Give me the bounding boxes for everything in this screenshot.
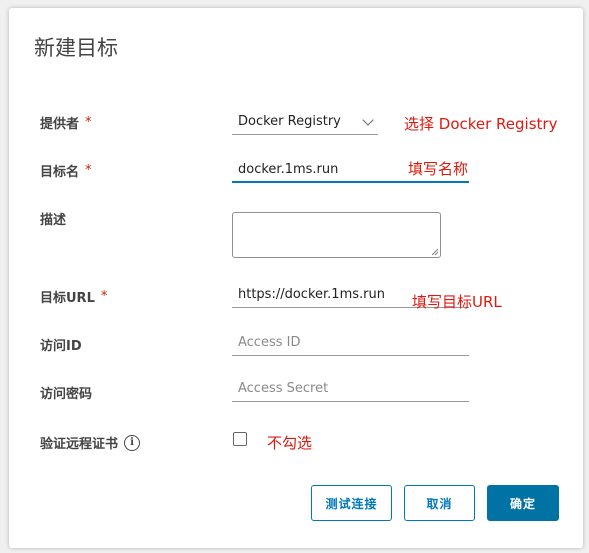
access-secret-label-text: 访问密码 [40, 387, 93, 402]
annotation-provider: 选择 Docker Registry [404, 115, 558, 133]
annotation-verify-cert: 不勾选 [267, 434, 313, 452]
chevron-down-icon [362, 114, 374, 126]
description-label: 描述 [40, 209, 66, 228]
target-url-value: https://docker.1ms.run [238, 287, 385, 302]
provider-select-value: Docker Registry [238, 114, 341, 129]
access-id-label: 访问ID [40, 335, 82, 354]
new-target-dialog: 新建目标 提供者 * Docker Registry 选择 Docker Reg… [9, 8, 583, 548]
description-textarea[interactable] [232, 212, 441, 258]
access-secret-placeholder: Access Secret [238, 381, 329, 396]
required-marker: * [100, 289, 108, 304]
verify-cert-label: 验证远程证书 i [40, 433, 141, 452]
access-secret-label: 访问密码 [40, 383, 92, 402]
target-url-label: 目标URL * [40, 287, 107, 306]
annotation-target-name: 填写名称 [408, 160, 469, 178]
dialog-title: 新建目标 [34, 36, 118, 60]
info-icon[interactable]: i [124, 434, 141, 451]
annotation-target-url: 填写目标URL [412, 293, 502, 311]
resize-handle-icon[interactable] [432, 249, 438, 255]
required-marker: * [85, 163, 92, 178]
target-name-value: docker.1ms.run [238, 162, 339, 177]
test-connection-button[interactable]: 测试连接 [311, 485, 392, 521]
target-url-label-text: 目标URL [40, 291, 95, 306]
verify-cert-checkbox[interactable] [233, 432, 247, 446]
provider-label-text: 提供者 [40, 117, 80, 132]
access-id-label-text: 访问ID [40, 339, 82, 354]
cancel-button[interactable]: 取消 [404, 485, 475, 521]
access-id-input[interactable]: Access ID [232, 332, 469, 356]
provider-select[interactable]: Docker Registry [232, 111, 378, 135]
provider-label: 提供者 * [40, 113, 92, 132]
description-label-text: 描述 [40, 213, 67, 228]
target-name-label: 目标名 * [40, 161, 92, 180]
verify-cert-label-text: 验证远程证书 [40, 437, 119, 452]
ok-button[interactable]: 确定 [487, 485, 559, 521]
access-id-placeholder: Access ID [238, 335, 301, 350]
required-marker: * [85, 115, 92, 130]
target-name-label-text: 目标名 [40, 165, 80, 180]
access-secret-input[interactable]: Access Secret [232, 378, 469, 402]
